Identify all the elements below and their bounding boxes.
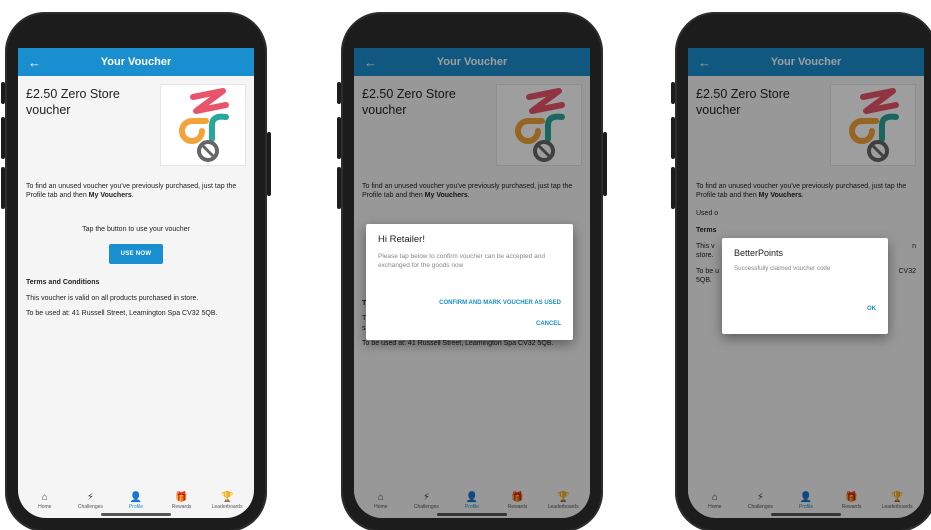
- lightning-icon: ⚡: [86, 492, 94, 503]
- phone-side-button: [337, 167, 341, 209]
- tab-label: Home: [38, 504, 52, 510]
- dialog-body: Successfully claimed voucher code: [734, 265, 831, 272]
- tab-label: Rewards: [171, 504, 192, 510]
- phone-3: ← Your Voucher £2.50 Zero Store voucher …: [671, 12, 931, 530]
- terms-heading: Terms and Conditions: [26, 279, 100, 287]
- dialog-body: Please tap below to confirm voucher can …: [378, 253, 545, 270]
- cancel-button[interactable]: CANCEL: [536, 321, 561, 327]
- tab-label: Profile: [128, 504, 144, 510]
- zero-store-logo-icon: [179, 88, 229, 162]
- tab-home[interactable]: ⌂ Home: [25, 492, 65, 510]
- instructions-suffix: .: [131, 192, 134, 200]
- tab-profile[interactable]: 👤 Profile: [116, 492, 156, 510]
- screen-voucher: ← Your Voucher £2.50 Zero Store voucher …: [18, 48, 254, 518]
- confirm-mark-used-button[interactable]: CONFIRM AND MARK VOUCHER AS USED: [439, 300, 561, 306]
- phone-side-button: [337, 117, 341, 159]
- person-icon: 👤: [129, 492, 143, 503]
- tab-challenges[interactable]: ⚡ Challenges: [70, 492, 110, 510]
- phone-side-button: [671, 82, 675, 104]
- screen-success-dialog: ← Your Voucher £2.50 Zero Store voucher …: [688, 48, 924, 518]
- trophy-icon: 🏆: [220, 492, 234, 503]
- voucher-content: £2.50 Zero Store voucher To find an unus…: [18, 76, 254, 319]
- gift-icon: 🎁: [175, 492, 188, 503]
- success-dialog: BetterPoints Successfully claimed vouche…: [722, 238, 888, 334]
- page-title: Your Voucher: [100, 56, 172, 68]
- home-icon: ⌂: [41, 492, 48, 503]
- zero-store-logo: [160, 84, 246, 166]
- back-arrow-icon[interactable]: ←: [28, 55, 44, 70]
- phone-side-button: [671, 167, 675, 209]
- voucher-title: £2.50 Zero Store voucher: [26, 87, 120, 118]
- phone-side-button: [267, 132, 271, 196]
- tab-label: Challenges: [77, 504, 103, 510]
- dialog-title: BetterPoints: [734, 248, 784, 258]
- dialog-title: Hi Retailer!: [378, 234, 425, 245]
- my-vouchers-link: My Vouchers: [88, 192, 132, 200]
- phone-side-button: [1, 82, 5, 104]
- screen-confirm-dialog: ← Your Voucher £2.50 Zero Store voucher …: [354, 48, 590, 518]
- terms-location-text: To be used at: 41 Russell Street, Leamin…: [26, 310, 218, 318]
- terms-valid-text: This voucher is valid on all products pu…: [26, 294, 199, 302]
- phone-2: ← Your Voucher £2.50 Zero Store voucher …: [337, 12, 607, 530]
- app-bar: ← Your Voucher: [18, 48, 254, 76]
- ok-button[interactable]: OK: [867, 306, 876, 312]
- phone-side-button: [337, 82, 341, 104]
- phone-1: ← Your Voucher £2.50 Zero Store voucher …: [1, 12, 271, 530]
- home-indicator: [101, 513, 171, 516]
- cta-text: Tap the button to use your voucher: [82, 225, 190, 233]
- tab-label: Leaderboards: [211, 504, 243, 510]
- phone-side-button: [603, 132, 607, 196]
- bottom-tab-bar: ⌂ Home ⚡ Challenges 👤 Profile 🎁 Rewards 🏆 Lea…: [18, 486, 254, 510]
- tab-rewards[interactable]: 🎁 Rewards: [162, 492, 202, 510]
- tab-leaderboards[interactable]: 🏆 Leaderboards: [207, 492, 247, 510]
- phone-side-button: [1, 117, 5, 159]
- instructions-text: To find an unused voucher you've previou…: [26, 182, 246, 201]
- phone-side-button: [1, 167, 5, 209]
- confirm-dialog: Hi Retailer! Please tap below to confirm…: [366, 224, 573, 340]
- use-now-button[interactable]: USE NOW: [109, 244, 163, 265]
- phone-side-button: [671, 117, 675, 159]
